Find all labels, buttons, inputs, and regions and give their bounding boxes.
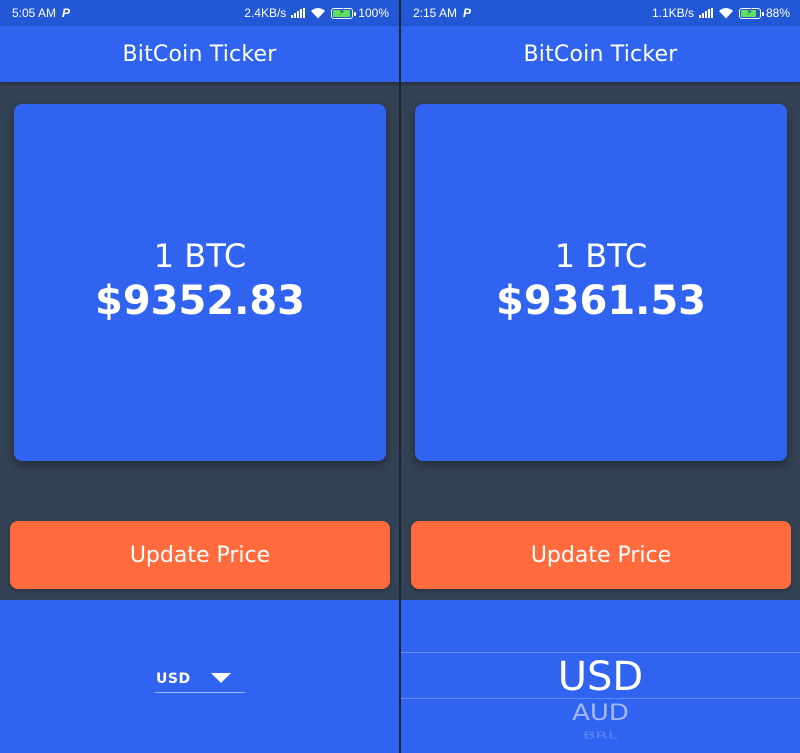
battery-icon: ⚡ bbox=[738, 7, 764, 19]
app-title: BitCoin Ticker bbox=[523, 41, 678, 67]
currency-picker-area: USD AUD BRL bbox=[401, 600, 800, 753]
network-speed: 2.4KB/s bbox=[244, 6, 287, 20]
status-bar: 2:15 AM P 1.1KB/s ⚡ 88% bbox=[401, 0, 800, 26]
wifi-icon bbox=[311, 8, 326, 19]
app-bar: BitCoin Ticker bbox=[0, 26, 399, 82]
battery-percent: 88% bbox=[765, 6, 790, 20]
btc-label: 1 BTC bbox=[153, 237, 247, 275]
signal-icon bbox=[291, 8, 306, 18]
currency-dropdown[interactable]: USD bbox=[155, 665, 245, 693]
battery-percent: 100% bbox=[358, 6, 389, 20]
right-phone-screen: 2:15 AM P 1.1KB/s ⚡ 88% BitCoin Ticker 1… bbox=[401, 0, 800, 753]
currency-dropdown-value: USD bbox=[156, 670, 191, 687]
signal-icon bbox=[698, 8, 713, 18]
status-right: 2.4KB/s ⚡ 100% bbox=[244, 6, 389, 20]
battery-icon: ⚡ bbox=[331, 7, 357, 19]
p-icon: P bbox=[463, 6, 472, 20]
wifi-icon bbox=[718, 8, 733, 19]
status-left: 5:05 AM P bbox=[12, 6, 70, 20]
dropdown-arrow-icon bbox=[211, 673, 231, 683]
status-bar: 5:05 AM P 2.4KB/s ⚡ 100% bbox=[0, 0, 399, 26]
currency-scroll-picker[interactable]: USD AUD BRL bbox=[401, 652, 800, 753]
price-card: 1 BTC $9352.83 bbox=[14, 104, 386, 461]
app-bar: BitCoin Ticker bbox=[401, 26, 800, 82]
p-icon: P bbox=[62, 6, 71, 20]
picker-option[interactable]: BRL bbox=[401, 730, 800, 742]
status-right: 1.1KB/s ⚡ 88% bbox=[652, 6, 790, 20]
status-time: 2:15 AM bbox=[413, 6, 458, 20]
left-phone-screen: 5:05 AM P 2.4KB/s ⚡ 100% BitCoin Ticker … bbox=[0, 0, 399, 753]
btc-price: $9361.53 bbox=[495, 278, 707, 324]
status-left: 2:15 AM P bbox=[413, 6, 471, 20]
update-price-button[interactable]: Update Price bbox=[411, 521, 791, 589]
status-time: 5:05 AM bbox=[12, 6, 57, 20]
update-price-button[interactable]: Update Price bbox=[10, 521, 390, 589]
currency-picker-area: USD bbox=[0, 600, 399, 753]
picker-option[interactable]: AUD bbox=[401, 700, 800, 726]
btc-price: $9352.83 bbox=[94, 278, 306, 324]
price-card: 1 BTC $9361.53 bbox=[415, 104, 787, 461]
btc-label: 1 BTC bbox=[554, 237, 648, 275]
picker-option-selected[interactable]: USD bbox=[401, 654, 800, 700]
app-title: BitCoin Ticker bbox=[122, 41, 277, 67]
network-speed: 1.1KB/s bbox=[651, 6, 694, 20]
